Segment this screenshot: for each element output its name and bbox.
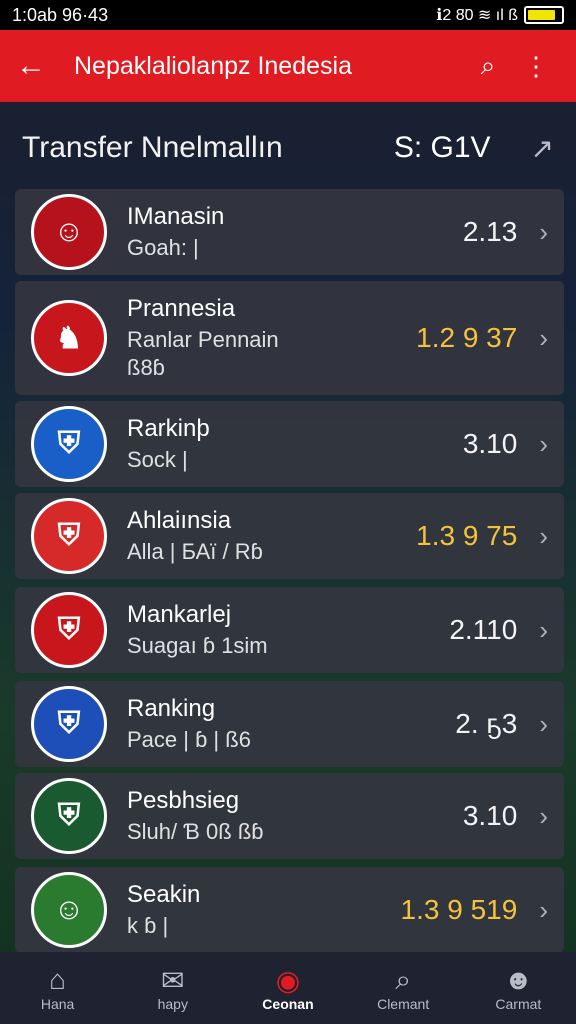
- list-item[interactable]: ⛨ Pesbhsieg Sluh/ Ɓ 0ß ßɓ 3.10 ›: [15, 773, 564, 859]
- team-crest-icon: ⛨: [31, 592, 107, 668]
- app-bar: ← Nepaklaliolanpz Inedesia ⌕ ⋮: [0, 30, 576, 102]
- team-crest-icon: ⛨: [31, 686, 107, 762]
- item-info: Mankarlej Suagaı ɓ 1sim: [107, 601, 449, 659]
- item-subtitle: k ɓ |: [127, 913, 169, 938]
- battery-icon: [524, 6, 564, 24]
- item-info: IManasin Goah: |: [107, 203, 463, 261]
- item-info: Prannesia Ranlar Pennain ß8ɓ: [107, 295, 416, 381]
- item-info: Ranking Pace | ɓ | ß6: [107, 695, 455, 753]
- item-value: 1.2 9 37: [416, 322, 518, 353]
- item-info: Pesbhsieg Sluh/ Ɓ 0ß ßɓ: [107, 787, 463, 845]
- nav-label: hapy: [157, 996, 188, 1012]
- item-info: Seakin k ɓ |: [107, 881, 401, 939]
- item-name: IManasin: [127, 203, 225, 230]
- search-icon[interactable]: ⌕: [464, 50, 512, 82]
- ball-icon: ◉: [275, 965, 301, 996]
- item-value: 2.110: [449, 614, 518, 645]
- item-subtitle: Sluh/ Ɓ 0ß ßɓ: [127, 819, 264, 844]
- list-item[interactable]: ⛨ Mankarlej Suagaı ɓ 1sim 2.110 ›: [15, 587, 564, 673]
- list-item[interactable]: ⛨ Ahlaiınsia Alla | БАї / Rɓ 1.3 9 75 ›: [15, 493, 564, 579]
- chat-icon: ✉: [161, 965, 185, 996]
- item-subtitle-2: ß8ɓ: [127, 355, 165, 380]
- status-glyphs: ℹ2 8̈0 ≋ ıl ß: [436, 7, 518, 24]
- back-arrow-icon[interactable]: ←: [16, 49, 60, 83]
- chevron-right-icon[interactable]: ›: [539, 895, 548, 926]
- item-name: Ranking: [127, 695, 216, 722]
- item-name: Prannesia: [127, 295, 236, 322]
- status-icons: ℹ2 8̈0 ≋ ıl ß: [436, 5, 564, 25]
- nav-item[interactable]: ⌕ Clemant: [353, 964, 453, 1012]
- team-crest-icon: ⛨: [31, 778, 107, 854]
- chevron-right-icon[interactable]: ›: [539, 709, 548, 740]
- item-name: Seakin: [127, 881, 201, 908]
- profile-icon: ☻: [503, 964, 534, 995]
- trend-arrow-icon[interactable]: ↗: [531, 132, 554, 165]
- item-value: 2.13: [462, 216, 518, 247]
- nav-item[interactable]: ☻ Carmat: [468, 964, 568, 1012]
- nav-label: Clemant: [377, 996, 430, 1012]
- list-item[interactable]: ☺ IManasin Goah: | 2.13 ›: [15, 189, 564, 275]
- team-crest-icon: ⛨: [31, 406, 107, 482]
- item-value: 3.10: [462, 428, 518, 459]
- nav-item[interactable]: ⌂ Hana: [8, 964, 108, 1012]
- item-subtitle: Ranlar Pennain: [127, 327, 279, 352]
- list-item[interactable]: ⛨ Rarkinþ Sock | 3.10 ›: [15, 401, 564, 487]
- chevron-right-icon[interactable]: ›: [539, 801, 548, 832]
- team-crest-icon: ☺: [31, 872, 107, 948]
- item-value: 3.10: [462, 800, 518, 831]
- item-subtitle: Pace | ɓ | ß6: [127, 727, 251, 752]
- item-name: Rarkinþ: [127, 415, 210, 442]
- more-vertical-icon[interactable]: ⋮: [512, 51, 560, 82]
- app-title: Nepaklaliolanpz Inedesia: [74, 51, 352, 80]
- nav-label: Carmat: [495, 996, 542, 1012]
- item-subtitle: Alla | БАї / Rɓ: [127, 539, 263, 564]
- bottom-nav: ⌂ Hana ✉ hapy ◉ Ceonan ⌕ Clemant ☻ Carmat: [0, 952, 576, 1024]
- nav-item[interactable]: ◉ Ceonan: [238, 964, 338, 1012]
- list-item[interactable]: ☺ Seakin k ɓ | 1.3 9 519 ›: [15, 867, 564, 953]
- item-name: Mankarlej: [127, 601, 232, 628]
- chevron-right-icon[interactable]: ›: [539, 521, 548, 552]
- item-subtitle: Goah: |: [127, 235, 199, 260]
- home-icon: ⌂: [49, 964, 67, 995]
- nav-label: Ceonan: [262, 996, 314, 1012]
- item-info: Ahlaiınsia Alla | БАї / Rɓ: [107, 507, 416, 565]
- item-value: 2. ҕ3: [455, 708, 518, 739]
- search-icon: ⌕: [395, 964, 411, 995]
- list-item[interactable]: ⛨ Ranking Pace | ɓ | ß6 2. ҕ3 ›: [15, 681, 564, 767]
- team-crest-icon: ⛨: [31, 498, 107, 574]
- item-value: 1.3 9 519: [400, 894, 518, 925]
- item-subtitle: Suagaı ɓ 1sim: [127, 633, 268, 658]
- chevron-right-icon[interactable]: ›: [539, 217, 548, 248]
- item-name: Ahlaiınsia: [127, 507, 232, 534]
- section-header: Transfer Nnelmallın S: G1V ↗: [0, 102, 576, 194]
- team-crest-icon: ☺: [31, 194, 107, 270]
- nav-item[interactable]: ✉ hapy: [123, 964, 223, 1012]
- item-subtitle: Sock |: [127, 447, 188, 472]
- item-name: Pesbhsieg: [127, 787, 240, 814]
- chevron-right-icon[interactable]: ›: [539, 323, 548, 354]
- chevron-right-icon[interactable]: ›: [539, 429, 548, 460]
- item-value: 1.3 9 75: [416, 520, 518, 551]
- nav-label: Hana: [40, 996, 75, 1012]
- status-bar: 1:0ab 96·43 ℹ2 8̈0 ≋ ıl ß: [0, 0, 576, 30]
- status-time: 1:0ab 96·43: [12, 4, 109, 25]
- team-crest-icon: ♞: [31, 300, 107, 376]
- item-info: Rarkinþ Sock |: [107, 415, 463, 473]
- list-item[interactable]: ♞ Prannesia Ranlar Pennain ß8ɓ 1.2 9 37 ›: [15, 281, 564, 395]
- chevron-right-icon[interactable]: ›: [539, 615, 548, 646]
- section-value: S: G1V: [393, 131, 491, 164]
- section-title: Transfer Nnelmallın: [22, 131, 283, 164]
